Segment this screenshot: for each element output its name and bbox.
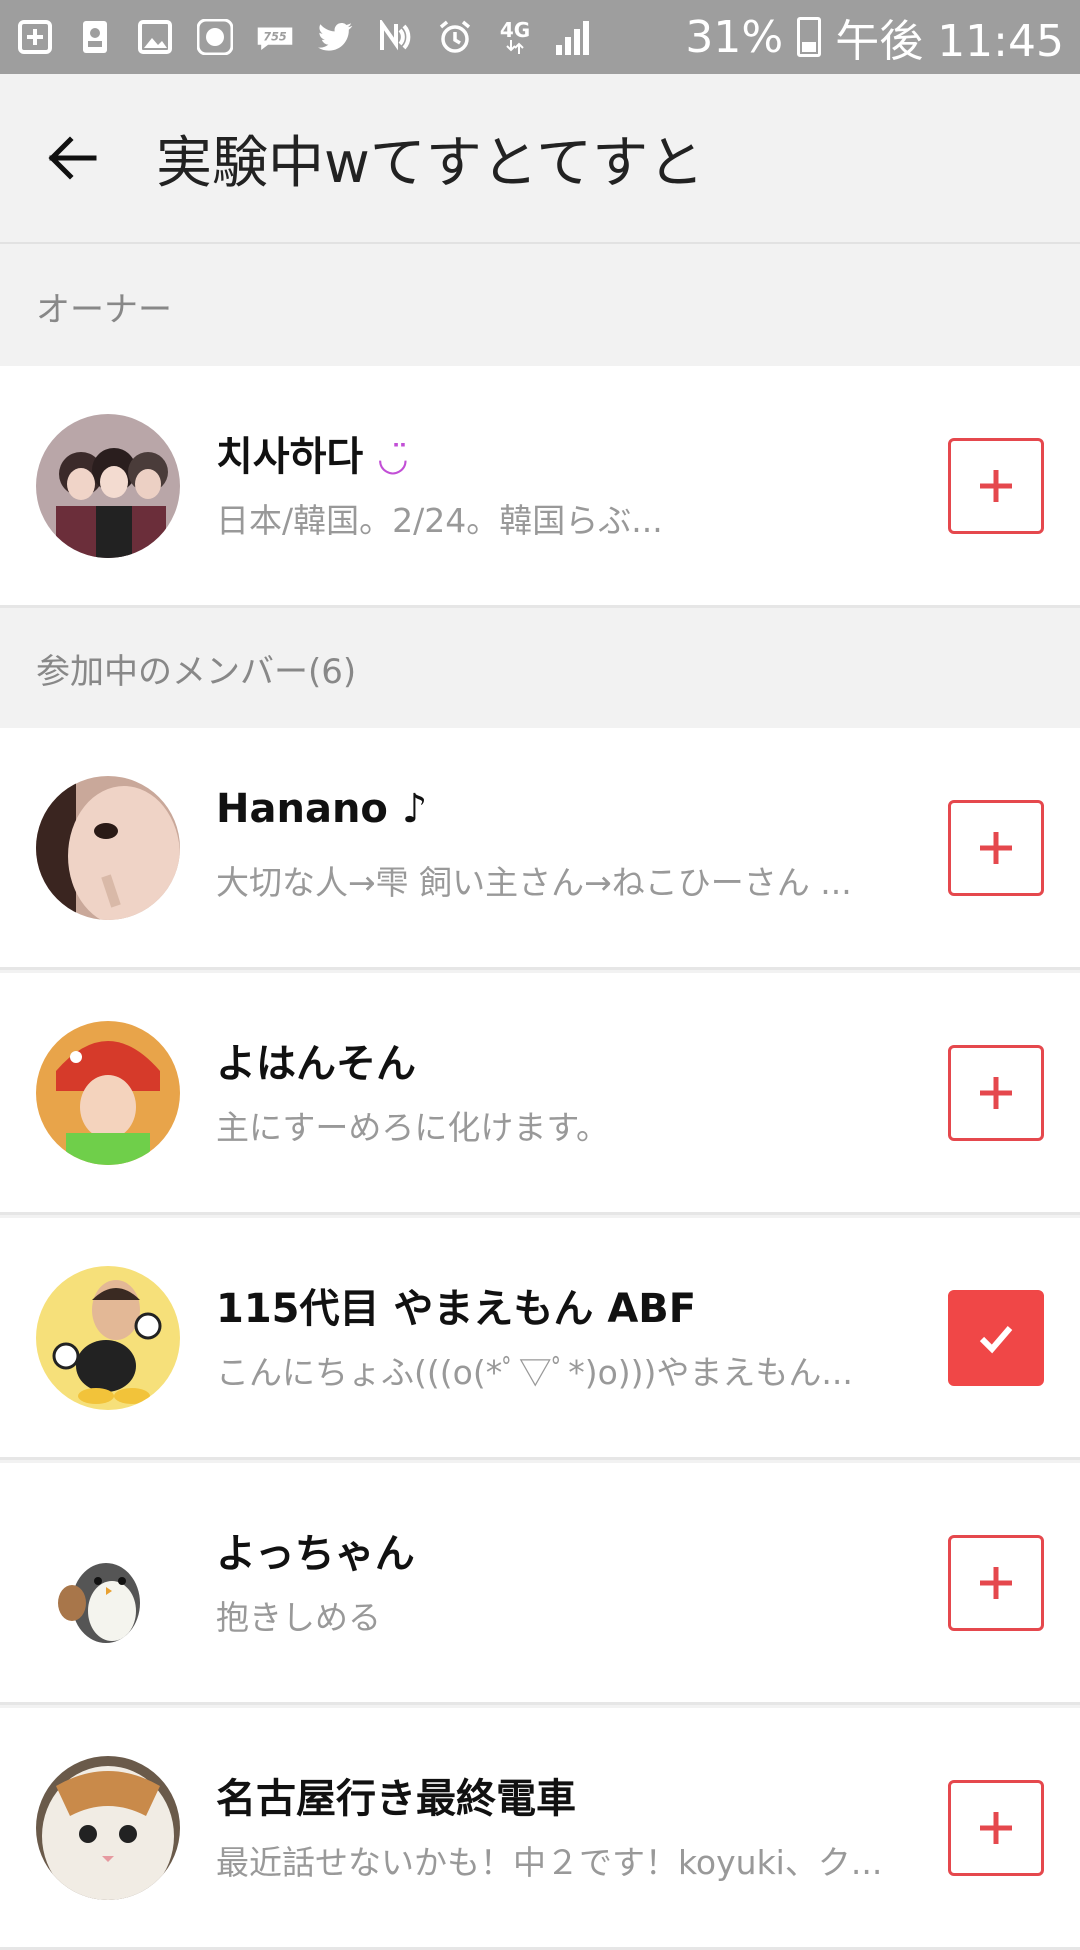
members-section-header: 参加中のメンバー(6) <box>0 608 1080 728</box>
add-friend-button[interactable] <box>948 437 1044 534</box>
add-friend-button[interactable] <box>948 1779 1044 1876</box>
plus-icon <box>980 1566 1012 1599</box>
member-desc: こんにちょふ(((o(*ﾟ▽ﾟ*)o)))やまえもん... <box>216 1353 853 1392</box>
member-name: 치사하다 ◡̈ <box>216 434 409 480</box>
avatar <box>36 1020 180 1165</box>
contacts-icon <box>76 18 114 56</box>
member-name: 名古屋行き最終電車 <box>216 1776 576 1822</box>
back-button[interactable] <box>12 73 132 243</box>
twitter-icon <box>316 18 354 56</box>
member-name: よはんそん <box>216 1041 416 1087</box>
owner-row[interactable]: 치사하다 ◡̈ 日本/韓国。2/24。韓国らぶ... <box>0 366 1080 608</box>
status-bar: 755 4G 31% 午後 11:45 <box>0 0 1080 74</box>
member-row[interactable]: よはんそん 主にすーめろに化けます。 <box>0 973 1080 1215</box>
svg-text:755: 755 <box>263 30 287 43</box>
755-app-icon: 755 <box>256 18 294 56</box>
back-arrow-icon <box>48 136 97 180</box>
owner-section-header: オーナー <box>0 246 1080 366</box>
member-desc: 最近話せないかも！中２です！koyuki、ク... <box>216 1843 883 1882</box>
member-row[interactable]: 115代目 やまえもん ABF こんにちょふ(((o(*ﾟ▽ﾟ*)o)))やまえ… <box>0 1218 1080 1460</box>
add-friend-button[interactable] <box>948 799 1044 896</box>
add-friend-button[interactable] <box>948 1044 1044 1141</box>
avatar <box>36 775 180 920</box>
member-desc: 大切な人→雫 飼い主さん→ねこひーさん ... <box>216 863 852 902</box>
clock: 午後 11:45 <box>835 16 1064 67</box>
member-desc: 主にすーめろに化けます。 <box>216 1108 610 1147</box>
members-section-label: 参加中のメンバー(6) <box>36 651 357 692</box>
plus-icon <box>980 469 1012 502</box>
network-label: 4G <box>499 18 531 42</box>
avatar <box>36 1265 180 1410</box>
add-friend-button[interactable] <box>948 1534 1044 1631</box>
member-desc: 抱きしめる <box>216 1598 381 1637</box>
owl-app-icon <box>196 18 234 56</box>
avatar <box>36 413 180 558</box>
notification-icons: 755 4G <box>16 18 589 56</box>
app-bar: 実験中wてすとてすと <box>0 74 1080 244</box>
added-friend-button[interactable] <box>948 1289 1044 1386</box>
owner-section-label: オーナー <box>36 289 172 330</box>
plus-icon <box>980 1811 1012 1844</box>
member-name: Hanano ♪ <box>216 786 428 832</box>
network-4g-icon: 4G <box>496 18 534 56</box>
battery-percent: 31% <box>685 11 784 63</box>
plus-icon <box>980 831 1012 864</box>
avatar <box>36 1755 180 1900</box>
checkmark-icon <box>979 1325 1013 1353</box>
signal-icon <box>556 19 589 55</box>
member-row[interactable]: よっちゃん 抱きしめる <box>0 1463 1080 1705</box>
member-row[interactable]: Hanano ♪ 大切な人→雫 飼い主さん→ねこひーさん ... <box>0 728 1080 970</box>
battery-icon <box>797 17 822 57</box>
member-desc: 日本/韓国。2/24。韓国らぶ... <box>216 501 663 540</box>
image-icon <box>136 18 174 56</box>
member-name: 115代目 やまえもん ABF <box>216 1286 697 1332</box>
member-row[interactable]: 名古屋行き最終電車 最近話せないかも！中２です！koyuki、ク... <box>0 1708 1080 1950</box>
nfc-icon <box>376 18 414 56</box>
alarm-icon <box>436 18 474 56</box>
smile-icon: ◡̈ <box>377 438 409 479</box>
plus-icon <box>980 1076 1012 1109</box>
avatar <box>36 1510 180 1655</box>
plus-box-icon <box>16 18 54 56</box>
page-title: 実験中wてすとてすと <box>156 130 705 196</box>
member-name: よっちゃん <box>216 1531 415 1577</box>
